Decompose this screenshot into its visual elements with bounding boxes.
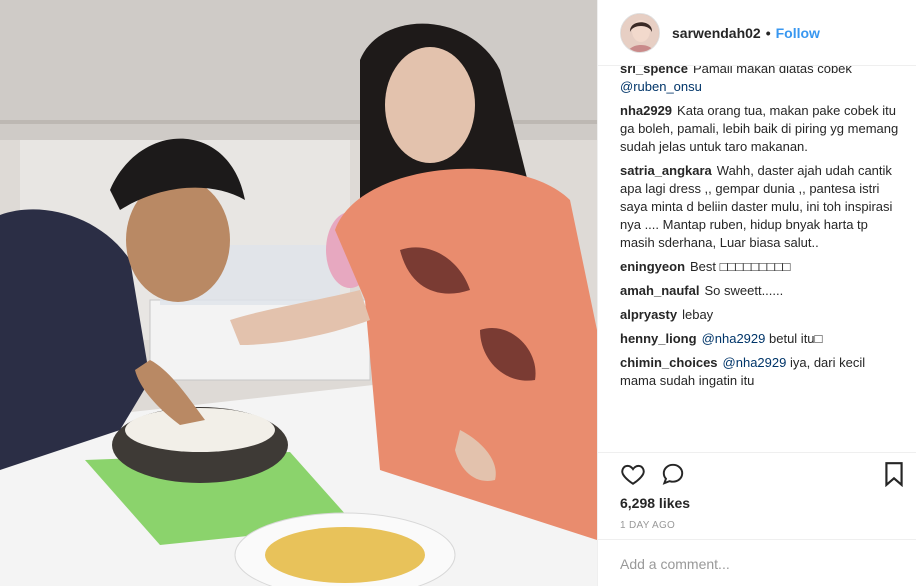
comment-username[interactable]: amah_naufal: [620, 283, 699, 298]
post-author-username[interactable]: sarwendah02: [672, 25, 761, 41]
comment-username[interactable]: satria_angkara: [620, 163, 712, 178]
comment-text: Best □□□□□□□□□: [690, 259, 791, 274]
comment-text: So sweett......: [704, 283, 784, 298]
comment-username[interactable]: henny_liong: [620, 331, 697, 346]
comment-text: lebay: [682, 307, 714, 322]
post-side-panel: sarwendah02 • Follow sri_spence Pamali ma…: [597, 0, 916, 586]
add-comment-bar: [598, 539, 916, 586]
post-photo[interactable]: [0, 0, 597, 586]
post-timestamp: 1 DAY AGO: [620, 520, 676, 531]
header-separator: •: [765, 24, 771, 41]
comment-username[interactable]: alpryasty: [620, 307, 677, 322]
avatar[interactable]: [620, 12, 660, 53]
comment-mention-link[interactable]: @nha2929: [723, 355, 787, 370]
comment-mention-link[interactable]: @ruben_onsu: [620, 79, 702, 94]
post-actions: 6,298 likes 1 DAY AGO: [598, 452, 916, 586]
comment-username[interactable]: sri_spence: [620, 66, 688, 76]
comment-item: sri_spence Pamali makan diatas cobek @rub…: [620, 66, 902, 96]
comment-item: alpryasty lebay: [620, 306, 902, 324]
follow-button[interactable]: Follow: [776, 25, 820, 41]
comment-mention-link[interactable]: @nha2929: [702, 331, 766, 346]
photo-illustration: [0, 0, 597, 586]
comment-text: betul itu□: [769, 331, 823, 346]
likes-count[interactable]: 6,298 likes: [620, 495, 690, 511]
comment-item: satria_angkara Wahh, daster ajah udah can…: [620, 162, 902, 252]
comment-text: Pamali makan diatas cobek: [692, 66, 852, 76]
comment-item: chimin_choices @nha2929 iya, dari kecil m…: [620, 354, 902, 390]
avatar-image-icon: [621, 13, 659, 52]
heart-icon[interactable]: [620, 461, 646, 487]
comment-item: amah_naufal So sweett......: [620, 282, 902, 300]
comment-username[interactable]: eningyeon: [620, 259, 685, 274]
add-comment-input[interactable]: [620, 555, 890, 572]
comments-list[interactable]: sri_spence Pamali makan diatas cobek @rub…: [620, 66, 908, 452]
comment-username[interactable]: nha2929: [620, 103, 672, 118]
comment-username[interactable]: chimin_choices: [620, 355, 718, 370]
post-header: sarwendah02 • Follow: [598, 0, 916, 66]
comment-icon[interactable]: [660, 461, 686, 487]
comment-item: eningyeon Best □□□□□□□□□: [620, 258, 902, 276]
bookmark-icon[interactable]: [883, 461, 905, 487]
comment-item: henny_liong @nha2929 betul itu□: [620, 330, 902, 348]
comment-item: nha2929 Kata orang tua, makan pake cobek …: [620, 102, 902, 156]
